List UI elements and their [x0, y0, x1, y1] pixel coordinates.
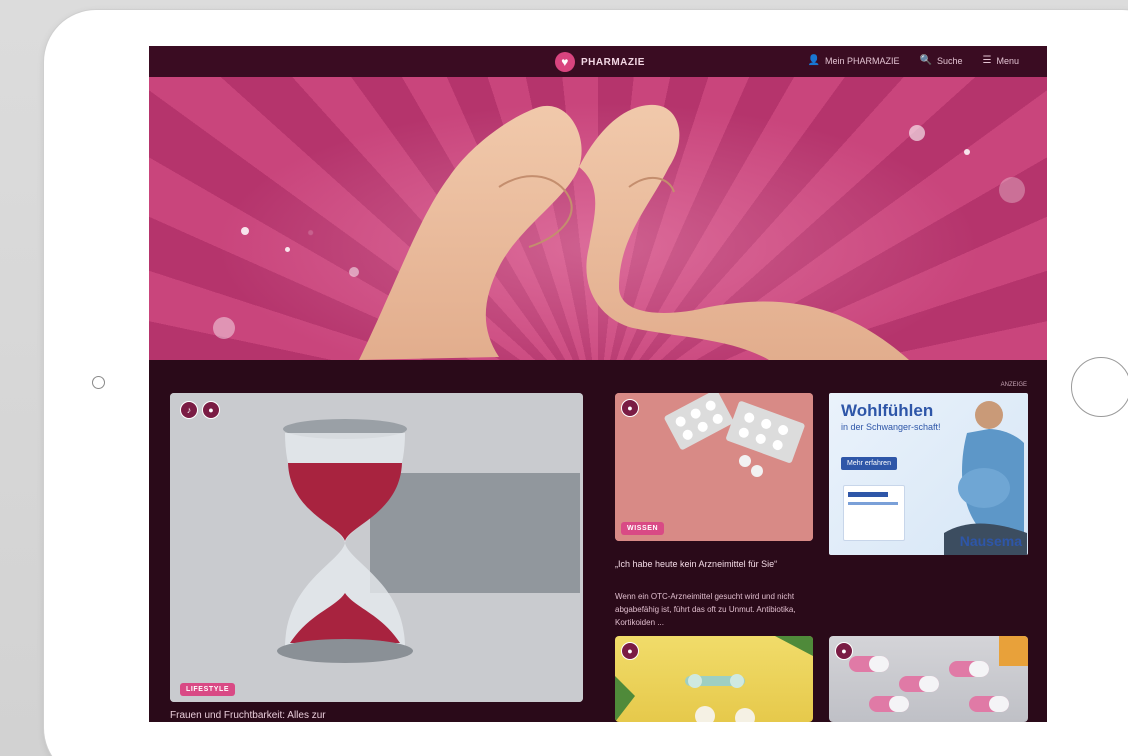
ad-button[interactable]: Mehr erfahren — [841, 457, 897, 470]
user-icon: 👤 — [807, 55, 821, 66]
article-title[interactable]: „Ich habe heute kein Arzneimittel für Si… — [615, 558, 815, 570]
hero-banner[interactable] — [149, 77, 1047, 360]
nav-item-label: Menu — [996, 55, 1019, 66]
product-package — [843, 485, 905, 541]
content-area: ♪ ● LIFESTYLE Frauen und Fruchtbarkeit: … — [149, 360, 1047, 722]
nav-right: 👤 Mein PHARMAZIE 🔍 Suche ☰ Menu — [808, 55, 1019, 66]
ad-brand: Nausema — [959, 533, 1022, 549]
ad-subline: in der Schwanger-schaft! — [841, 422, 941, 432]
article-title[interactable]: Frauen und Fruchtbarkeit: Alles zur — [170, 710, 326, 721]
logo-text: PHARMAZIE — [581, 56, 645, 68]
pills-image — [615, 393, 813, 541]
article-card-wissen[interactable]: ● WISSEN — [615, 393, 813, 541]
top-navigation: ♥ PHARMAZIE 👤 Mein PHARMAZIE 🔍 Suche ☰ M… — [149, 46, 1047, 77]
article-card[interactable]: ● — [615, 636, 813, 722]
category-tag[interactable]: WISSEN — [621, 522, 665, 535]
article-card[interactable]: ● — [829, 636, 1028, 722]
camera-icon — [92, 376, 105, 389]
nav-item-label: Mein PHARMAZIE — [825, 55, 900, 66]
site-logo[interactable]: ♥ PHARMAZIE — [555, 52, 645, 72]
podcast-icon: ● — [202, 401, 220, 419]
home-button[interactable] — [1071, 357, 1128, 417]
skincare-image — [615, 636, 813, 722]
ad-headline: Wohlfühlen — [841, 401, 934, 420]
nav-item-account[interactable]: 👤 Mein PHARMAZIE — [808, 55, 900, 66]
heart-logo-icon: ♥ — [555, 52, 575, 72]
hourglass-image — [170, 393, 583, 702]
audio-icon: ♪ — [180, 401, 198, 419]
nav-item-search[interactable]: 🔍 Suche — [920, 55, 963, 66]
heart-hands-illustration — [359, 104, 909, 360]
article-description: Wenn ein OTC-Arzneimittel gesucht wird u… — [615, 592, 796, 627]
podcast-icon: ● — [835, 642, 853, 660]
podcast-icon: ● — [621, 399, 639, 417]
nav-item-menu[interactable]: ☰ Menu — [983, 55, 1019, 66]
capsules-image — [849, 636, 1028, 712]
screen: ♥ PHARMAZIE 👤 Mein PHARMAZIE 🔍 Suche ☰ M… — [149, 46, 1047, 722]
menu-icon: ☰ — [982, 55, 992, 66]
category-tag[interactable]: LIFESTYLE — [180, 683, 236, 696]
advertisement[interactable]: Wohlfühlen in der Schwanger-schaft! Mehr… — [829, 393, 1028, 555]
ad-label: ANZEIGE — [1000, 382, 1027, 388]
podcast-icon: ● — [621, 642, 639, 660]
nav-item-label: Suche — [936, 55, 963, 66]
article-card-lifestyle[interactable]: ♪ ● LIFESTYLE — [170, 393, 583, 702]
badge-row: ♪ ● — [180, 401, 220, 419]
search-icon: 🔍 — [919, 55, 932, 66]
